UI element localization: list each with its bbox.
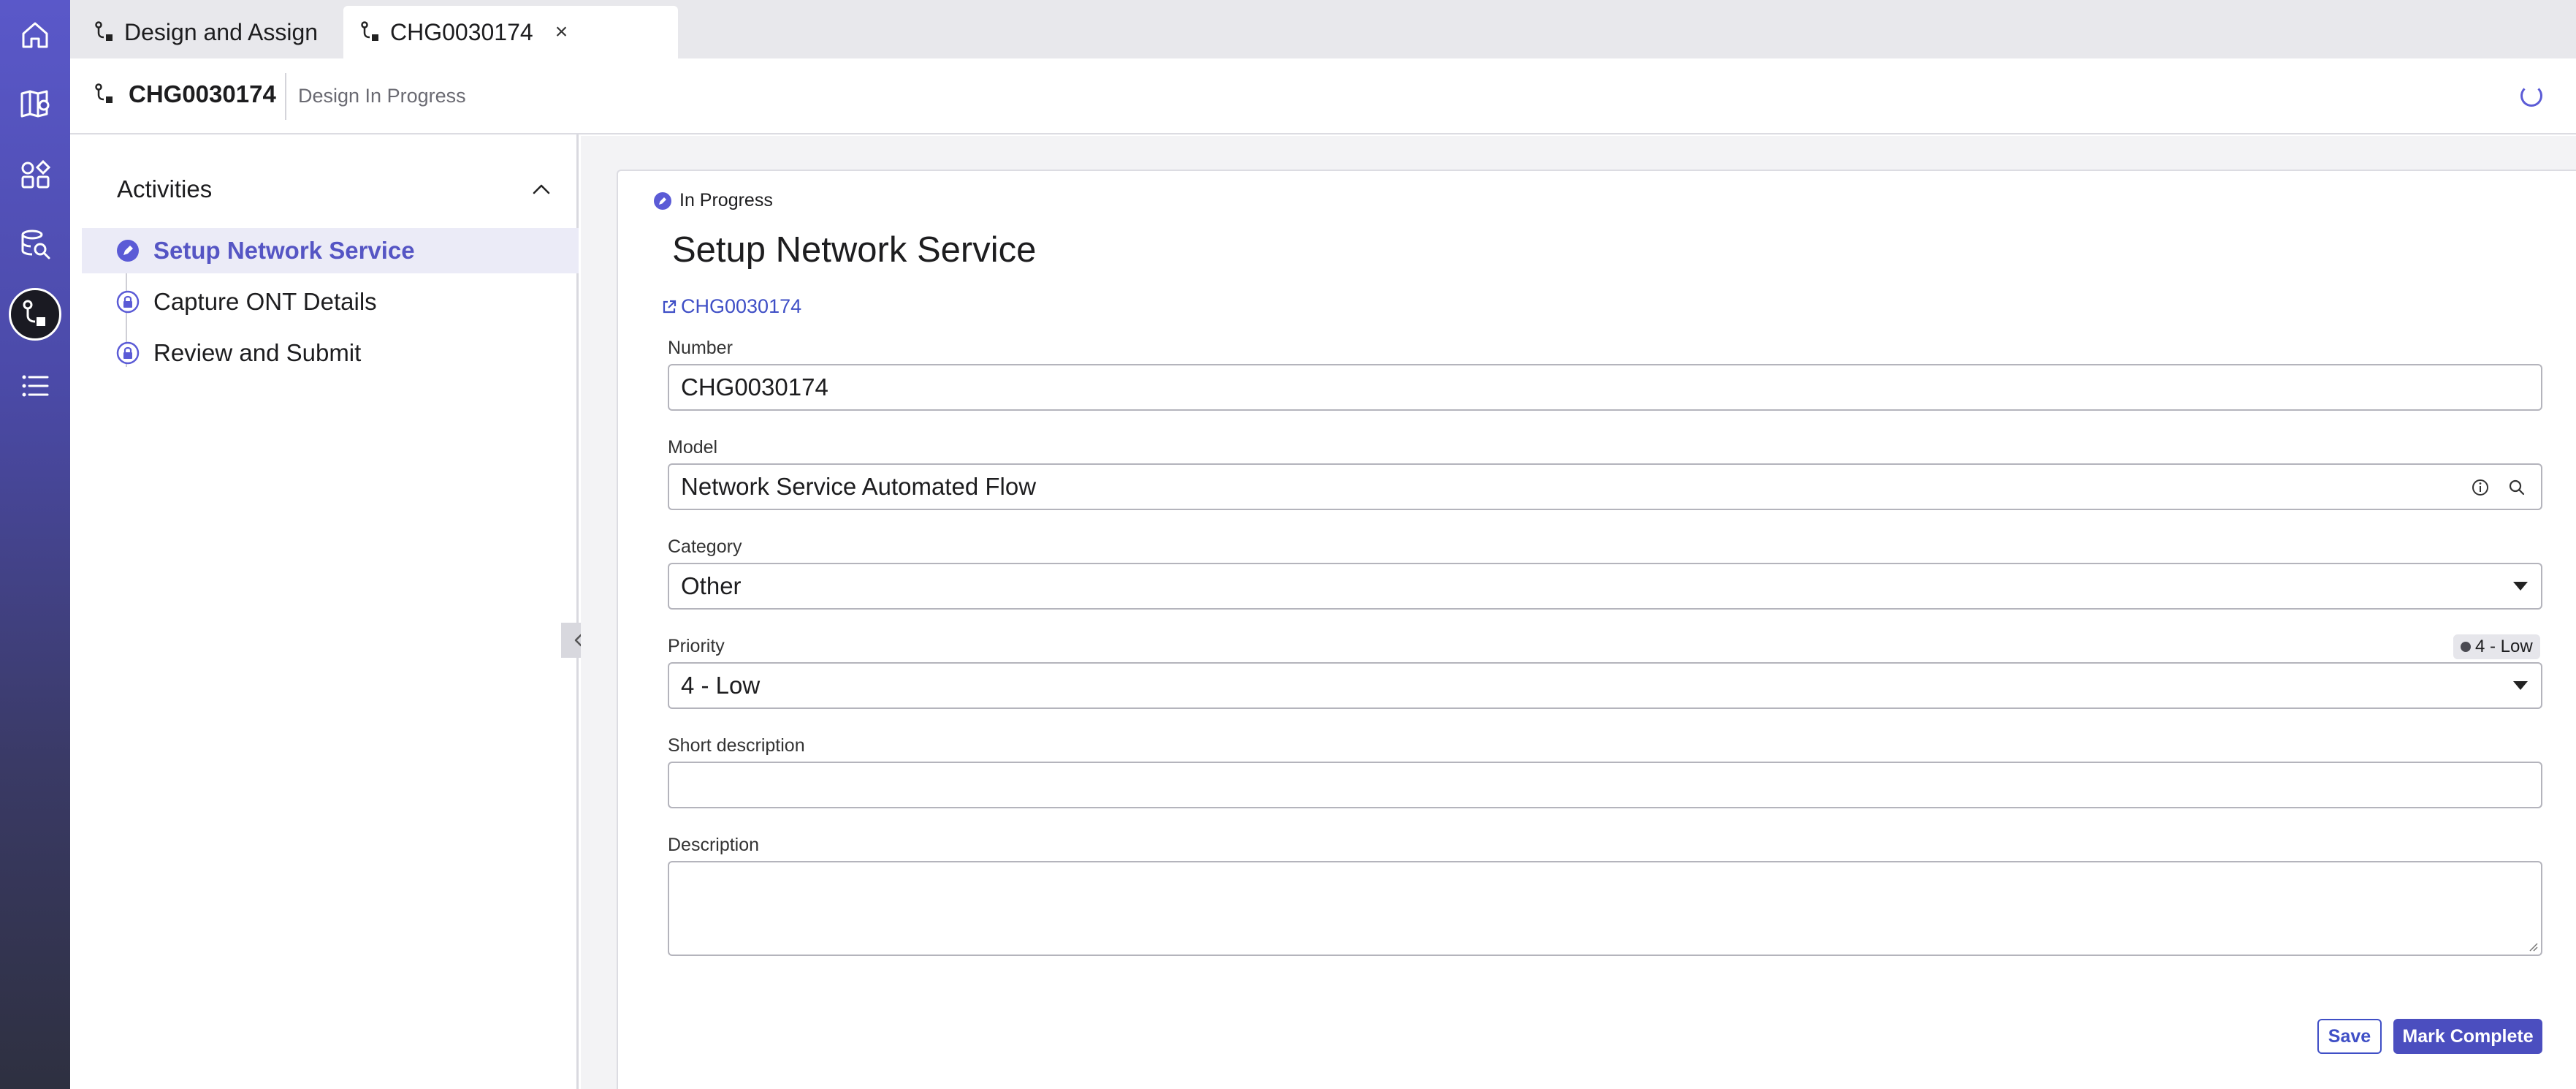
priority-badge-label: 4 - Low	[2475, 637, 2533, 656]
short-description-field[interactable]	[668, 762, 2542, 808]
dropdown-caret-icon	[2513, 582, 2528, 591]
list-icon[interactable]	[9, 360, 61, 412]
activity-setup-network-service[interactable]: Setup Network Service	[82, 228, 579, 273]
record-link[interactable]: CHG0030174	[660, 295, 801, 318]
record-header: CHG0030174 Design In Progress	[70, 58, 2576, 134]
number-label: Number	[668, 338, 733, 358]
tab-bar: Design and Assign CHG0030174 ×	[70, 0, 2576, 58]
model-value: Network Service Automated Flow	[681, 473, 1037, 500]
in-progress-icon	[654, 191, 671, 210]
category-label: Category	[668, 536, 742, 557]
number-field[interactable]: CHG0030174	[668, 364, 2542, 411]
model-field[interactable]: Network Service Automated Flow	[668, 463, 2542, 510]
chevron-up-icon[interactable]	[529, 177, 554, 202]
tab-design-and-assign[interactable]: Design and Assign	[77, 6, 332, 58]
description-textarea[interactable]	[668, 861, 2542, 956]
activity-label: Capture ONT Details	[153, 288, 377, 315]
short-description-label: Short description	[668, 735, 805, 756]
map-icon[interactable]	[9, 77, 61, 130]
loading-spinner-icon	[2520, 85, 2542, 107]
search-icon[interactable]	[2506, 477, 2528, 498]
app-nav-rail	[0, 0, 70, 1089]
priority-select[interactable]: 4 - Low	[668, 662, 2542, 709]
activities-title: Activities	[117, 175, 213, 202]
lock-icon	[115, 341, 140, 365]
tab-label: CHG0030174	[390, 18, 533, 45]
home-icon[interactable]	[9, 9, 61, 61]
description-label: Description	[668, 835, 760, 855]
model-label: Model	[668, 437, 718, 458]
mark-complete-button[interactable]: Mark Complete	[2393, 1019, 2542, 1054]
shapes-icon[interactable]	[9, 149, 61, 202]
info-icon[interactable]	[2469, 477, 2491, 498]
workflow-icon	[92, 82, 117, 107]
close-tab-icon[interactable]: ×	[555, 20, 568, 45]
number-value: CHG0030174	[681, 373, 828, 401]
record-number: CHG0030174	[129, 80, 276, 107]
database-search-icon[interactable]	[9, 218, 61, 270]
form-title: Setup Network Service	[672, 230, 1037, 270]
save-button[interactable]: Save	[2317, 1019, 2382, 1054]
record-link-label: CHG0030174	[681, 295, 802, 317]
workflow-icon	[358, 20, 383, 45]
activity-capture-ont-details[interactable]: Capture ONT Details	[82, 279, 579, 325]
workflow-icon	[92, 20, 117, 45]
resize-handle-icon[interactable]	[2526, 940, 2538, 952]
category-select[interactable]: Other	[668, 563, 2542, 610]
tab-chg0030174[interactable]: CHG0030174 ×	[343, 6, 678, 58]
priority-label: Priority	[668, 636, 725, 656]
activities-panel: Activities Setup Network Service Capture…	[70, 134, 579, 1089]
header-divider	[285, 73, 286, 120]
priority-value: 4 - Low	[681, 672, 761, 699]
in-progress-icon	[115, 238, 140, 263]
category-value: Other	[681, 572, 742, 599]
priority-dot-icon	[2461, 642, 2471, 652]
activity-label: Setup Network Service	[153, 237, 415, 264]
activity-label: Review and Submit	[153, 339, 362, 366]
dropdown-caret-icon	[2513, 681, 2528, 690]
tab-label: Design and Assign	[124, 18, 319, 45]
activity-state: In Progress	[653, 190, 773, 211]
priority-badge: 4 - Low	[2453, 634, 2540, 659]
lock-icon	[115, 289, 140, 314]
external-link-icon	[663, 300, 677, 313]
workflow-icon[interactable]	[9, 288, 61, 341]
activity-review-and-submit[interactable]: Review and Submit	[82, 330, 579, 376]
record-state: Design In Progress	[298, 85, 466, 107]
state-label: In Progress	[679, 190, 773, 210]
